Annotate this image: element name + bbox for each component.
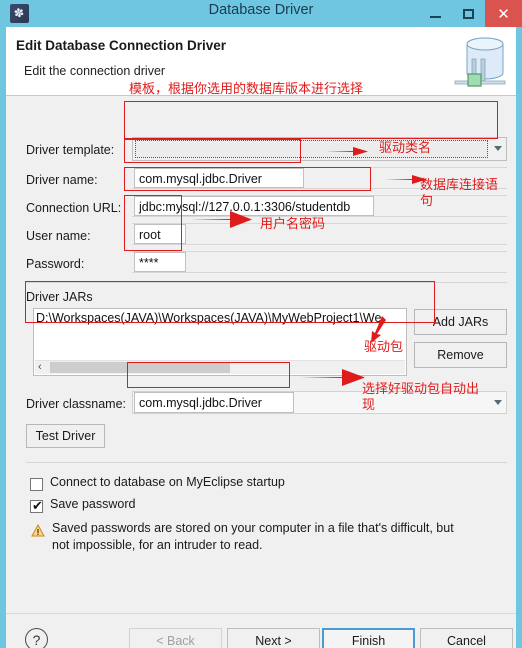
finish-button-label: Finish <box>351 633 386 648</box>
user-name-input[interactable]: root <box>134 224 186 244</box>
close-button[interactable]: ✕ <box>485 0 522 27</box>
back-button-label: < Back <box>156 633 195 648</box>
minimize-button[interactable] <box>419 0 452 27</box>
maximize-icon <box>452 0 485 27</box>
connect-on-startup-label: Connect to database on MyEclipse startup <box>50 475 285 489</box>
cancel-button-label: Cancel <box>447 633 486 648</box>
cancel-button[interactable]: Cancel <box>420 628 513 648</box>
scroll-left-icon[interactable]: ‹ <box>38 361 42 374</box>
driver-classname-input[interactable]: com.mysql.jdbc.Driver <box>134 392 294 413</box>
annotation-text-driver-template: 模板，根据你选用的数据库版本进行选择 <box>129 82 364 97</box>
finish-button[interactable]: Finish <box>322 628 415 648</box>
next-button[interactable]: Next > <box>227 628 320 648</box>
driver-name-input[interactable]: com.mysql.jdbc.Driver <box>134 168 304 188</box>
driver-template-input[interactable] <box>135 140 488 158</box>
connect-on-startup-checkbox[interactable] <box>30 478 43 491</box>
checkmark-icon: ✔ <box>32 498 43 513</box>
password-label: Password: <box>26 257 85 271</box>
annotation-text-credentials: 用户名密码 <box>260 217 326 232</box>
annotation-arrow-driver-name <box>326 147 368 156</box>
back-button: < Back <box>129 628 222 648</box>
warning-triangle-icon <box>31 523 45 537</box>
dialog-footer: ? < Back Next > Finish Cancel <box>6 613 516 648</box>
divider-above-checkboxes <box>26 462 507 463</box>
page-title: Edit Database Connection Driver <box>16 38 227 53</box>
password-input[interactable]: **** <box>134 252 186 272</box>
divider-above-jars <box>26 282 507 283</box>
driver-classname-label: Driver classname: <box>26 397 127 411</box>
database-driver-window: ✽ Database Driver ✕ Edit Database Connec… <box>0 0 522 648</box>
scrollbar-thumb[interactable] <box>50 362 230 373</box>
driver-template-combo[interactable] <box>132 137 507 161</box>
password-container <box>132 251 507 273</box>
dialog-panel: Edit Database Connection Driver Edit the… <box>6 27 516 648</box>
test-driver-button[interactable]: Test Driver <box>26 424 105 448</box>
driver-template-label: Driver template: <box>26 143 115 157</box>
help-button[interactable]: ? <box>25 628 48 648</box>
chevron-down-icon <box>494 146 502 151</box>
dialog-content: Driver template: Driver name: com.mysql.… <box>6 96 516 613</box>
annotation-text-driver-classname: 选择好驱动包自动出 现 <box>362 382 480 413</box>
driver-jars-label: Driver JARs <box>26 290 93 304</box>
minimize-icon <box>419 0 452 27</box>
database-cylinder-icon <box>452 33 508 91</box>
save-password-label: Save password <box>50 497 136 511</box>
connection-url-label: Connection URL: <box>26 201 122 215</box>
page-subtitle: Edit the connection driver <box>24 64 166 78</box>
user-name-label: User name: <box>26 229 91 243</box>
next-button-label: Next > <box>255 633 292 648</box>
annotation-text-driver-name: 驱动类名 <box>379 141 432 156</box>
annotation-text-connection-url: 数据库连接语 句 <box>420 178 499 209</box>
maximize-button[interactable] <box>452 0 485 27</box>
annotation-arrow-credentials <box>190 211 252 228</box>
driver-name-label: Driver name: <box>26 173 98 187</box>
add-jars-button[interactable]: Add JARs <box>414 309 507 335</box>
list-item[interactable]: D:\Workspaces(JAVA)\Workspaces(JAVA)\MyW… <box>36 311 381 325</box>
title-bar: ✽ Database Driver ✕ <box>0 0 522 27</box>
remove-jar-button[interactable]: Remove <box>414 342 507 368</box>
saved-password-warning-text: Saved passwords are stored on your compu… <box>52 521 454 552</box>
annotation-arrow-driver-classname <box>300 369 365 386</box>
chevron-down-icon <box>494 399 502 405</box>
save-password-checkbox[interactable]: ✔ <box>30 498 43 513</box>
annotation-text-driver-jars: 驱动包 <box>364 340 404 355</box>
close-icon: ✕ <box>497 5 510 23</box>
